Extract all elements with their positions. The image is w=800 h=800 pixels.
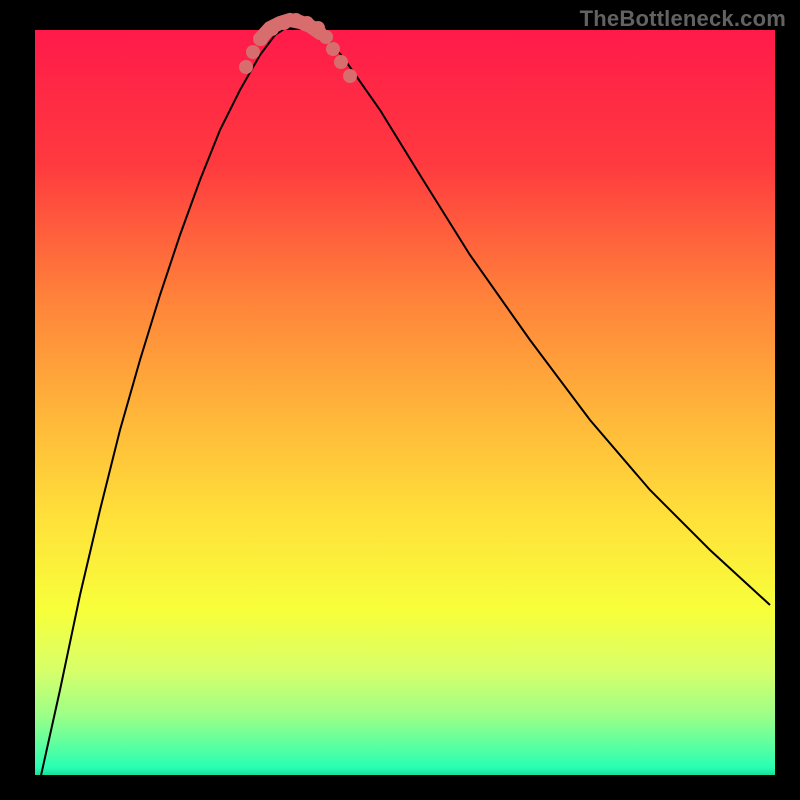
- curve-marker: [277, 16, 291, 30]
- curve-marker: [246, 45, 260, 59]
- bottleneck-chart: [0, 0, 800, 800]
- curve-marker: [319, 30, 333, 44]
- chart-container: TheBottleneck.com: [0, 0, 800, 800]
- chart-background: [35, 30, 775, 775]
- curve-marker: [265, 22, 279, 36]
- curve-marker: [239, 60, 253, 74]
- curve-marker: [334, 55, 348, 69]
- curve-marker: [254, 32, 268, 46]
- curve-marker: [326, 42, 340, 56]
- curve-marker: [343, 69, 357, 83]
- watermark-text: TheBottleneck.com: [580, 6, 786, 32]
